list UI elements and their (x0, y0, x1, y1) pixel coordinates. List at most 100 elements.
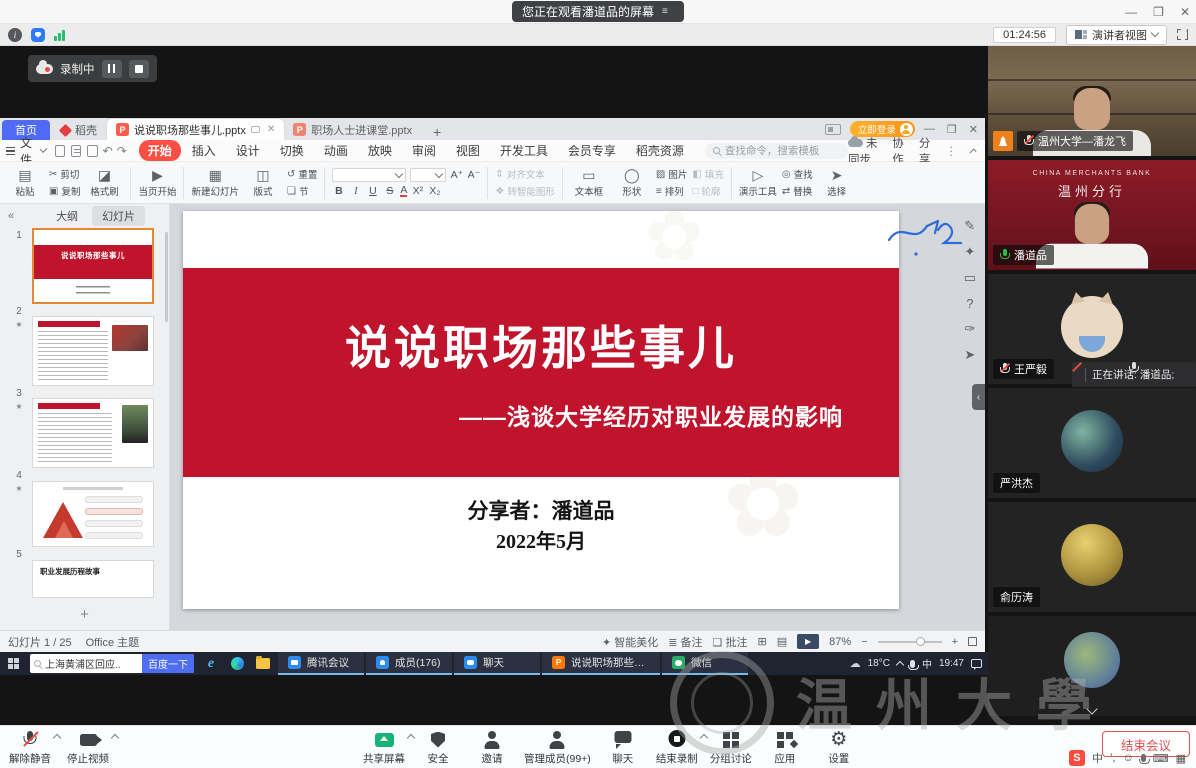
undo-icon[interactable]: ↶ (103, 144, 113, 158)
font-color-button[interactable]: A (400, 185, 407, 197)
ink-pen-icon[interactable]: ✑ (964, 321, 975, 337)
save-icon[interactable] (55, 145, 65, 157)
tray-clock[interactable]: 19:47 (939, 658, 964, 669)
menu-item[interactable]: 视图 (447, 140, 489, 161)
section-button[interactable]: ❏节 (287, 184, 317, 198)
reset-button[interactable]: ↺重置 (287, 167, 317, 181)
select-button[interactable]: ➤选择 (818, 163, 856, 203)
command-search-input[interactable]: 查找命令，搜索模板 (705, 143, 848, 159)
slide-thumbnail-3[interactable]: 3★ (6, 386, 169, 468)
slide-thumbnail-1[interactable]: 1 说说职场那些事儿 (6, 228, 169, 304)
ime-punctuation-icon[interactable]: ’, (1110, 752, 1116, 764)
notification-bubble-icon[interactable] (971, 659, 982, 668)
video-tile-1[interactable]: 温州大学—潘龙飞 (988, 46, 1196, 156)
ime-chinese-mode[interactable]: 中 (1092, 750, 1103, 766)
zoom-slider-knob[interactable] (916, 637, 925, 646)
chevron-up-icon[interactable] (407, 734, 415, 742)
menu-item[interactable]: 稻壳资源 (627, 140, 693, 161)
bold-button[interactable]: B (332, 185, 345, 197)
taskbar-app-chat[interactable]: 聊天 (454, 652, 540, 675)
menu-item[interactable]: 插入 (183, 140, 225, 161)
panel-scrollbar[interactable] (165, 232, 168, 322)
internet-explorer-icon[interactable]: e (198, 652, 224, 675)
start-button[interactable] (0, 652, 26, 675)
sorter-view-icon[interactable]: ▤ (777, 635, 787, 648)
taskbar-app-members[interactable]: 成员(176) (366, 652, 452, 675)
notes-button[interactable]: ≣ 备注 (668, 634, 702, 650)
increase-font-button[interactable]: A⁺ (450, 169, 463, 181)
close-tab-icon[interactable]: ✕ (267, 124, 275, 135)
menu-item[interactable]: 切换 (271, 140, 313, 161)
menu-item[interactable]: 设计 (227, 140, 269, 161)
more-options-icon[interactable]: ⋮ (946, 144, 959, 158)
fullscreen-icon[interactable] (1177, 29, 1188, 40)
slide-thumbnail-2[interactable]: 2★ (6, 304, 169, 386)
sogou-ime-icon[interactable]: S (1069, 750, 1085, 766)
ime-keyboard-icon[interactable]: ⌨ (1153, 752, 1169, 765)
ime-toolbox-icon[interactable]: ▦ (1176, 752, 1186, 765)
ime-emoji-icon[interactable]: ☺ (1122, 752, 1133, 764)
comments-button[interactable]: ❑ 批注 (713, 634, 748, 650)
file-explorer-icon[interactable] (250, 652, 276, 675)
align-text-button[interactable]: ⇕对齐文本 (495, 167, 554, 181)
play-from-current-button[interactable]: ▶当页开始 (138, 163, 176, 203)
zoom-out-icon[interactable]: − (861, 636, 867, 648)
layout-button[interactable]: ◫版式 (244, 163, 282, 203)
toolbar-button[interactable]: 管理成员(99+) (524, 729, 591, 766)
superscript-button[interactable]: X² (411, 185, 424, 197)
menu-item[interactable]: 动画 (315, 140, 357, 161)
strikethrough-button[interactable]: S (383, 185, 396, 197)
taskbar-app-wechat[interactable]: 微信 (662, 652, 748, 675)
toolbar-button[interactable]: 邀请 (470, 729, 514, 766)
maximize-button[interactable]: ❐ (1153, 5, 1164, 19)
video-tile-5[interactable]: 俞历涛 (988, 502, 1196, 612)
wps-minimize-button[interactable]: — (924, 123, 935, 135)
menu-item[interactable]: 会员专享 (559, 140, 625, 161)
menu-item[interactable]: 开始 (139, 140, 181, 161)
print-icon[interactable] (71, 145, 81, 157)
current-slide[interactable]: ✿ ✿ ✿ 说说职场那些事儿 ——浅谈大学经历对职业发展的影响 分享者：潘道品 … (183, 211, 899, 609)
taskbar-app-wps[interactable]: P说说职场那些事儿.pp... (542, 652, 660, 675)
font-size-select[interactable] (410, 168, 446, 182)
smart-graphic-button[interactable]: ❖转智能图形 (495, 184, 554, 198)
picture-button[interactable]: ▨图片 (656, 167, 687, 181)
tray-expand-icon[interactable] (896, 661, 904, 669)
tray-mic-icon[interactable] (910, 660, 915, 668)
slideshow-play-button[interactable]: ▶ (797, 634, 819, 649)
toolbar-button[interactable]: 共享屏幕 (362, 729, 406, 766)
pause-recording-button[interactable] (102, 60, 122, 78)
new-tab-button[interactable]: + (421, 124, 453, 140)
edge-browser-icon[interactable] (224, 652, 250, 675)
video-tile-4[interactable]: 严洪杰 (988, 388, 1196, 498)
add-slide-button[interactable]: + (0, 606, 169, 623)
ime-voice-icon[interactable] (1141, 754, 1146, 762)
zoom-in-icon[interactable]: + (952, 636, 958, 648)
chevron-up-icon[interactable] (53, 734, 61, 742)
font-family-select[interactable] (332, 168, 406, 182)
smart-beautify-icon[interactable]: ✦ 智能美化 (602, 634, 658, 650)
decrease-font-button[interactable]: A⁻ (467, 169, 480, 181)
hamburger-icon[interactable] (6, 147, 15, 155)
stop-video-button[interactable]: 停止视频 (66, 729, 110, 766)
tab-document-2[interactable]: P 职场人士进课堂.pptx (284, 119, 421, 140)
unmute-button[interactable]: 解除静音 (8, 729, 52, 766)
normal-view-icon[interactable]: ⊞ (757, 635, 766, 648)
beautify-wand-icon[interactable]: ✦ (964, 244, 975, 260)
tab-slides[interactable]: 幻灯片 (92, 206, 145, 226)
find-button[interactable]: ◎查找 (782, 167, 813, 181)
toolbar-button[interactable]: 聊天 (601, 729, 645, 766)
tab-docer[interactable]: 稻壳 (50, 120, 107, 140)
chevron-up-icon[interactable] (700, 734, 708, 742)
shape-rect-icon[interactable]: ▭ (964, 270, 976, 286)
taskbar-search-box[interactable]: 上海黄浦区回应.. 百度一下 (30, 654, 194, 673)
export-icon[interactable] (87, 145, 97, 157)
tray-temperature[interactable]: 18°C (868, 658, 890, 669)
shapes-button[interactable]: ◯形状 (613, 163, 651, 203)
presentation-tools-button[interactable]: ▷演示工具 (739, 163, 777, 203)
collapse-ribbon-icon[interactable] (969, 148, 976, 155)
expand-panel-tab[interactable]: ‹ (972, 384, 985, 410)
toolbar-button[interactable]: 设置 (817, 729, 861, 766)
close-button[interactable]: ✕ (1180, 5, 1190, 19)
theme-name[interactable]: Office 主题 (86, 634, 140, 650)
collapse-panel-icon[interactable]: « (0, 210, 22, 222)
